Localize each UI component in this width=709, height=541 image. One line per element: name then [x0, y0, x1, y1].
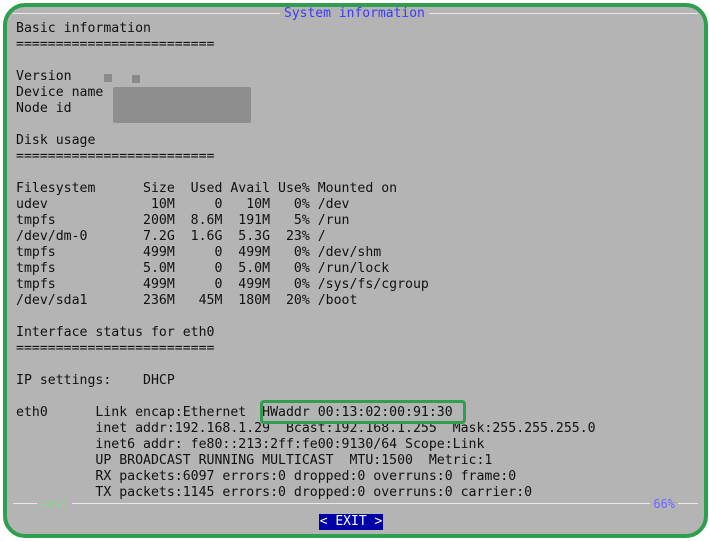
redacted-device-info	[113, 87, 251, 123]
text-line: RX packets:6097 errors:0 dropped:0 overr…	[16, 469, 517, 484]
text-line	[16, 357, 686, 373]
text-line: =========================	[16, 341, 215, 356]
scroll-indicator: +(+)	[37, 497, 72, 511]
text-line: udev 10M 0 10M 0% /dev	[16, 197, 350, 212]
text-line: =========================	[16, 37, 215, 52]
text-line: /dev/dm-0 7.2G 1.6G 5.3G 23% /	[16, 229, 326, 244]
exit-button[interactable]: < EXIT >	[319, 514, 383, 530]
text-line: Version	[16, 69, 72, 84]
text-line: tmpfs 499M 0 499M 0% /dev/shm	[16, 245, 382, 260]
text-line: Disk usage	[16, 133, 96, 148]
redaction-mark	[132, 75, 140, 83]
text-line: IP settings: DHCP	[16, 373, 175, 388]
text-line: Interface status for eth0	[16, 325, 215, 340]
text-line	[16, 165, 686, 181]
text-line: tmpfs 499M 0 499M 0% /sys/fs/cgroup	[16, 277, 429, 292]
text-line: UP BROADCAST RUNNING MULTICAST MTU:1500 …	[16, 453, 493, 468]
text-line: /dev/sda1 236M 45M 180M 20% /boot	[16, 293, 358, 308]
text-line	[16, 309, 686, 325]
text-line	[16, 53, 686, 69]
text-line: TX packets:1145 errors:0 dropped:0 overr…	[16, 485, 533, 500]
bottom-border	[13, 503, 698, 504]
text-line: Filesystem Size Used Avail Use% Mounted …	[16, 181, 398, 196]
text-line: Basic information	[16, 21, 151, 36]
text-line: tmpfs 5.0M 0 5.0M 0% /run/lock	[16, 261, 390, 276]
text-line: inet6 addr: fe80::213:2ff:fe00:9130/64 S…	[16, 437, 485, 452]
text-line: =========================	[16, 149, 215, 164]
system-info-dialog: System information Basic information ====…	[3, 3, 708, 538]
hwaddr-highlight	[260, 400, 466, 424]
scroll-percent: 66%	[650, 497, 678, 511]
text-line: tmpfs 200M 8.6M 191M 5% /run	[16, 213, 350, 228]
redaction-mark	[104, 74, 112, 82]
dialog-title: System information	[280, 7, 429, 22]
